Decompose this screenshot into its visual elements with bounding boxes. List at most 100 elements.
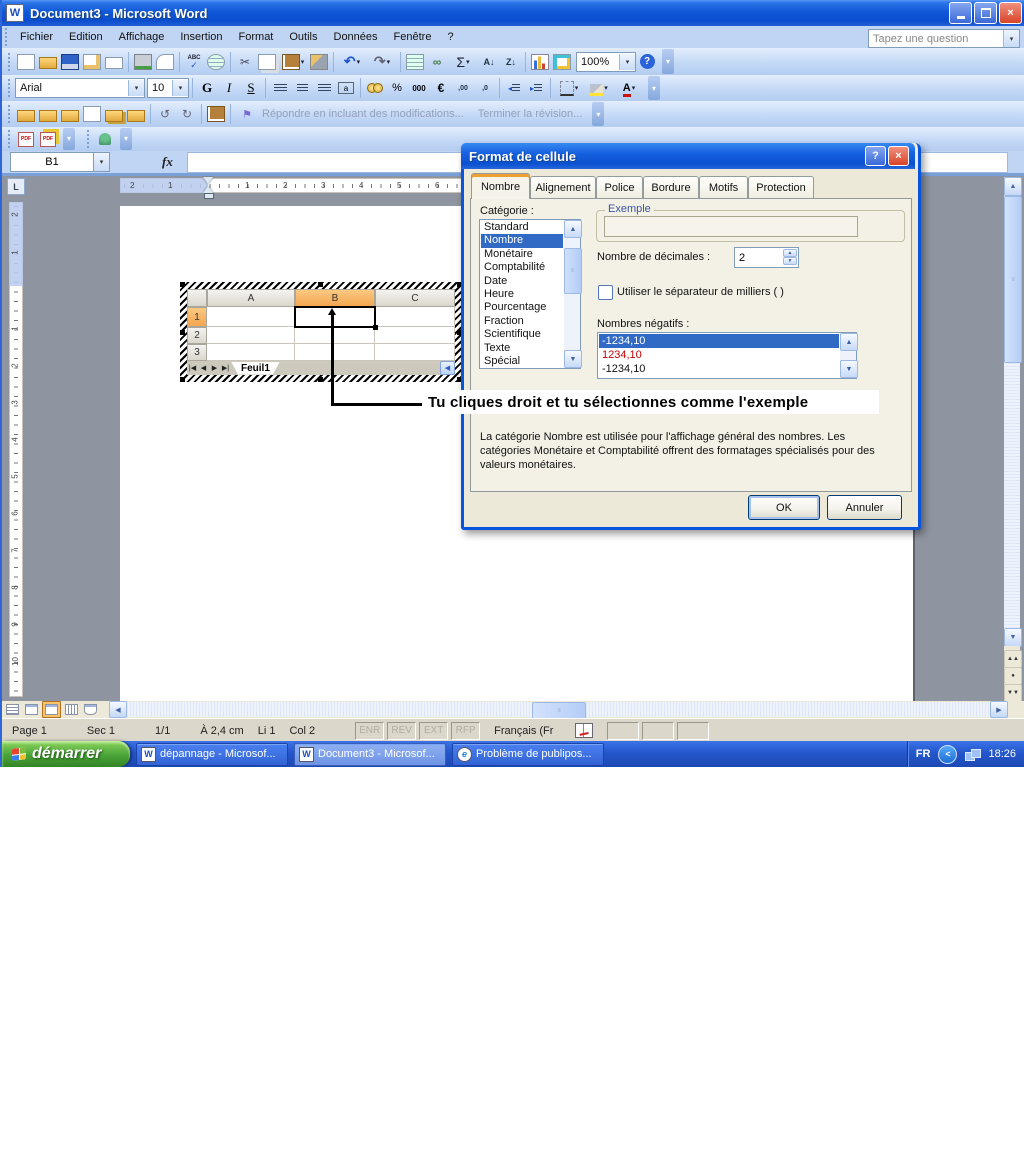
resize-handle[interactable] xyxy=(318,282,323,287)
thousands-button[interactable]: 000 xyxy=(408,77,430,99)
category-heure[interactable]: Heure xyxy=(481,288,563,301)
task-probleme-publipostage[interactable]: e Problème de publipos... xyxy=(452,743,604,766)
menu-fenetre[interactable]: Fenêtre xyxy=(386,28,440,46)
zoom-dropdown[interactable]: ▾ xyxy=(619,54,635,70)
column-header-b[interactable]: B xyxy=(295,289,375,307)
restore-button[interactable] xyxy=(974,2,997,24)
horizontal-scroll-thumb[interactable]: ≡ xyxy=(532,702,586,719)
toolbar-options-chevron[interactable]: ▾ xyxy=(63,128,75,150)
resize-handle[interactable] xyxy=(180,377,185,382)
underline-button[interactable]: S xyxy=(240,77,262,99)
hyperlink-button[interactable]: ∞ xyxy=(426,51,448,73)
list-scroll-down[interactable]: ▼ xyxy=(564,350,582,368)
cell-c2[interactable] xyxy=(375,327,455,344)
insert-function-button[interactable]: fx xyxy=(162,154,173,170)
print-preview-button[interactable] xyxy=(154,51,176,73)
percent-button[interactable]: % xyxy=(386,77,408,99)
toolbar-grip[interactable] xyxy=(7,130,12,148)
column-header-c[interactable]: C xyxy=(375,289,455,307)
research-button[interactable] xyxy=(205,51,227,73)
hanging-indent-marker[interactable] xyxy=(203,186,213,193)
list-scroll-up[interactable]: ▲ xyxy=(564,220,582,238)
web-layout-view-button[interactable] xyxy=(23,702,40,717)
scroll-right-button[interactable]: ▶ xyxy=(990,701,1008,718)
negative-option-2[interactable]: 1234,10 xyxy=(599,348,839,362)
zoom-combo[interactable]: 100% ▾ xyxy=(576,52,636,72)
menu-affichage[interactable]: Affichage xyxy=(111,28,173,46)
font-combo[interactable]: Arial ▾ xyxy=(15,78,145,98)
compare-versions-button[interactable] xyxy=(103,103,125,125)
network-icon[interactable] xyxy=(965,749,980,760)
normal-view-button[interactable] xyxy=(4,702,21,717)
end-review-button[interactable]: Terminer la révision... xyxy=(478,108,583,120)
first-line-indent-marker[interactable] xyxy=(203,177,213,184)
select-browse-object-button[interactable]: ● xyxy=(1004,667,1022,685)
category-special[interactable]: Spécial xyxy=(481,355,563,368)
font-color-button[interactable]: A▾ xyxy=(614,77,644,99)
cell-b3[interactable] xyxy=(295,344,375,361)
pdfmaker-comments-button[interactable]: PDF xyxy=(37,128,59,150)
menu-fichier[interactable]: Fichier xyxy=(12,28,61,46)
prev-sheet-button[interactable]: ◀ xyxy=(198,364,209,372)
font-dropdown[interactable]: ▾ xyxy=(128,80,144,96)
ask-question-dropdown[interactable]: ▾ xyxy=(1003,30,1019,47)
status-indicator-enr[interactable]: ENR xyxy=(355,722,384,740)
category-standard[interactable]: Standard xyxy=(481,221,563,234)
row-header-1[interactable]: 1 xyxy=(187,307,207,327)
euro-button[interactable]: € xyxy=(430,77,452,99)
category-nombre[interactable]: Nombre xyxy=(481,234,563,247)
start-button[interactable]: démarrer xyxy=(2,741,130,767)
status-indicator-rfp[interactable]: RFP xyxy=(451,722,480,740)
font-size-dropdown[interactable]: ▾ xyxy=(172,80,188,96)
decrease-decimal-button[interactable]: ,0 xyxy=(474,77,496,99)
row-header-3[interactable]: 3 xyxy=(187,344,207,361)
chart-wizard-button[interactable] xyxy=(529,51,551,73)
pdfmaker-button[interactable]: PDF xyxy=(15,128,37,150)
increase-decimal-button[interactable]: ,00 xyxy=(452,77,474,99)
menu-edition[interactable]: Edition xyxy=(61,28,111,46)
cell-c3[interactable] xyxy=(375,344,455,361)
negative-option-1[interactable]: -1234,10 xyxy=(599,334,839,348)
open-original-button[interactable] xyxy=(15,103,37,125)
align-right-button[interactable] xyxy=(313,77,335,99)
category-date[interactable]: Date xyxy=(481,275,563,288)
drawing-button[interactable] xyxy=(551,51,573,73)
align-left-button[interactable] xyxy=(269,77,291,99)
increase-indent-button[interactable]: ▸ xyxy=(525,77,547,99)
save-version-button[interactable] xyxy=(37,103,59,125)
font-size-combo[interactable]: 10 ▾ xyxy=(147,78,189,98)
minimize-button[interactable] xyxy=(949,2,972,24)
menu-outils[interactable]: Outils xyxy=(281,28,325,46)
vertical-ruler[interactable]: 2 1 1 2 3 4 5 6 7 8 9 10 xyxy=(9,202,23,697)
italic-button[interactable]: I xyxy=(218,77,240,99)
toolbar-grip[interactable] xyxy=(7,79,12,97)
currency-button[interactable] xyxy=(364,77,386,99)
spelling-status-icon[interactable] xyxy=(575,723,593,738)
bold-button[interactable]: G xyxy=(196,77,218,99)
toolbar-grip[interactable] xyxy=(4,28,9,46)
hide-icons-button[interactable]: < xyxy=(938,745,957,764)
borders-button[interactable]: ▾ xyxy=(554,77,584,99)
tab-stop-selector[interactable]: L xyxy=(7,178,25,195)
negatives-scroll-down[interactable]: ▼ xyxy=(840,360,858,378)
cut-button[interactable]: ✂ xyxy=(234,51,256,73)
menu-format[interactable]: Format xyxy=(231,28,282,46)
format-painter-button[interactable] xyxy=(308,51,330,73)
align-center-button[interactable] xyxy=(291,77,313,99)
messenger-button[interactable] xyxy=(94,128,116,150)
cell-b2[interactable] xyxy=(295,327,375,344)
autosum-button[interactable]: Σ▾ xyxy=(448,51,478,73)
email-button[interactable] xyxy=(103,51,125,73)
resize-handle[interactable] xyxy=(180,330,185,335)
vertical-scroll-thumb[interactable]: ≡ xyxy=(1004,196,1022,363)
spelling-button[interactable]: ABC ✓ xyxy=(183,51,205,73)
new-document-button[interactable] xyxy=(15,51,37,73)
category-comptabilite[interactable]: Comptabilité xyxy=(481,261,563,274)
name-box-dropdown[interactable]: ▾ xyxy=(94,152,110,172)
fill-handle[interactable] xyxy=(373,325,378,330)
scroll-left-button[interactable]: ◀ xyxy=(109,701,127,718)
cell-a3[interactable] xyxy=(207,344,295,361)
toolbar-options-chevron[interactable]: ▾ xyxy=(592,102,604,126)
tab-police[interactable]: Police xyxy=(596,176,643,198)
left-indent-marker[interactable] xyxy=(204,193,214,199)
